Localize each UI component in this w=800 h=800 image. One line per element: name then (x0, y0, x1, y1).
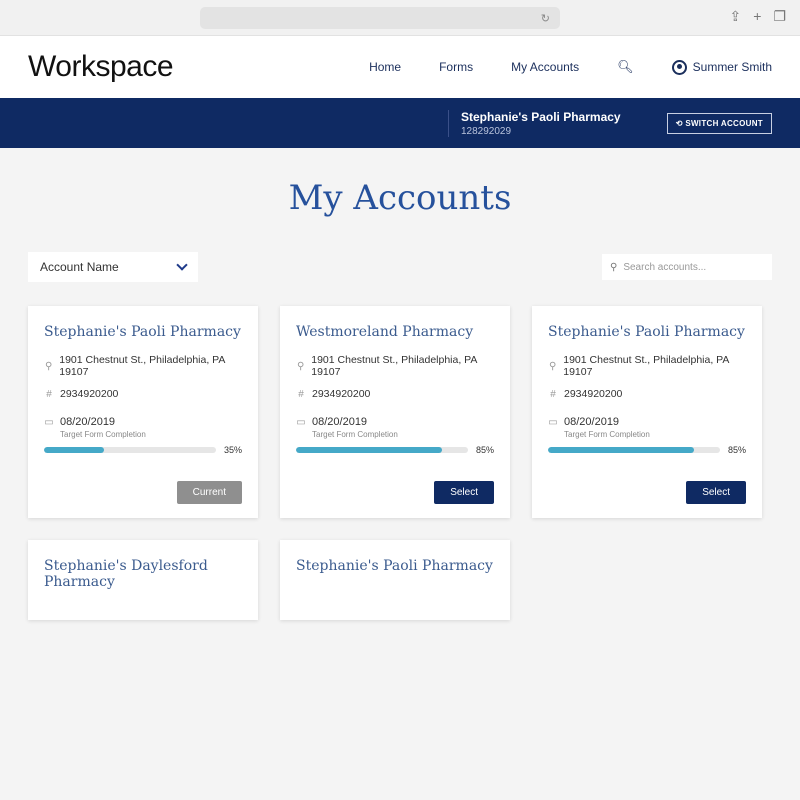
app-screen: ↻ ⇪ + ❐ Workspace Home Forms My Accounts… (0, 0, 800, 800)
number-row: #2934920200 (44, 388, 242, 400)
target-label: Target Form Completion (312, 430, 398, 439)
account-card: Stephanie's Paoli Pharmacy (280, 540, 510, 620)
progress-row: 35% (44, 445, 242, 455)
address: 1901 Chestnut St., Philadelphia, PA 1910… (311, 354, 477, 378)
progress-bar (44, 447, 216, 453)
user-name: Summer Smith (692, 60, 772, 74)
progress-percent: 85% (727, 445, 746, 455)
progress-fill (548, 447, 695, 453)
browser-actions: ⇪ + ❐ (730, 8, 786, 25)
date-row: ▭ 08/20/2019 (44, 416, 242, 428)
calendar-icon: ▭ (44, 416, 54, 428)
user-menu[interactable]: Summer Smith (671, 59, 772, 75)
target-label: Target Form Completion (60, 430, 146, 439)
chevron-down-icon (176, 259, 188, 271)
target-date: 08/20/2019 (312, 416, 368, 428)
hash-icon: # (46, 388, 52, 400)
progress-percent: 85% (475, 445, 494, 455)
progress-bar (548, 447, 720, 453)
progress-fill (44, 447, 105, 453)
site-header: Workspace Home Forms My Accounts 🔍︎ Summ… (0, 36, 800, 98)
location-pin-icon: ⚲ (296, 360, 305, 372)
account-number: 2934920200 (60, 388, 119, 400)
logo[interactable]: Workspace (28, 50, 174, 84)
account-name[interactable]: Stephanie's Paoli Pharmacy (548, 324, 746, 340)
address-row: ⚲ 1901 Chestnut St., Philadelphia, PA 191… (548, 354, 746, 378)
target-date: 08/20/2019 (564, 416, 620, 428)
progress-fill (296, 447, 443, 453)
sort-dropdown[interactable]: Account Name (28, 252, 198, 282)
search-input[interactable] (623, 261, 764, 273)
address-row: ⚲ 1901 Chestnut St., Philadelphia, PA 191… (44, 354, 242, 378)
address: 1901 Chestnut St., Philadelphia, PA 1910… (563, 354, 729, 378)
account-name[interactable]: Stephanie's Paoli Pharmacy (44, 324, 242, 340)
list-controls: Account Name ⚲ (0, 252, 800, 282)
nav-my-accounts[interactable]: My Accounts (511, 60, 579, 74)
current-account: Stephanie's Paoli Pharmacy 128292029 (448, 109, 621, 137)
share-icon[interactable]: ⇪ (730, 8, 742, 25)
account-name[interactable]: Stephanie's Paoli Pharmacy (296, 558, 494, 574)
target-date: 08/20/2019 (60, 416, 116, 428)
progress-row: 85% (296, 445, 494, 455)
search-icon: ⚲ (610, 261, 618, 273)
date-row: ▭ 08/20/2019 (548, 416, 746, 428)
target-label: Target Form Completion (564, 430, 650, 439)
progress-row: 85% (548, 445, 746, 455)
address-row: ⚲ 1901 Chestnut St., Philadelphia, PA 191… (296, 354, 494, 378)
number-row: #2934920200 (548, 388, 746, 400)
calendar-icon: ▭ (296, 416, 306, 428)
current-button[interactable]: Current (176, 481, 242, 504)
account-band: Stephanie's Paoli Pharmacy 128292029 ⟲ S… (0, 98, 800, 148)
accounts-grid: Stephanie's Paoli Pharmacy ⚲ 1901 Chestnu… (0, 306, 800, 620)
nav-home[interactable]: Home (369, 60, 401, 74)
select-button[interactable]: Select (434, 481, 494, 504)
select-button[interactable]: Select (686, 481, 746, 504)
current-account-id: 128292029 (461, 125, 512, 137)
new-tab-icon[interactable]: + (753, 8, 761, 25)
account-name[interactable]: Westmoreland Pharmacy (296, 324, 494, 340)
number-row: #2934920200 (296, 388, 494, 400)
account-number: 2934920200 (564, 388, 623, 400)
sort-label: Account Name (40, 260, 119, 274)
switch-account-button[interactable]: ⟲ SWITCH ACCOUNT (666, 112, 772, 134)
address: 1901 Chestnut St., Philadelphia, PA 1910… (59, 354, 225, 378)
search-box: ⚲ (602, 254, 772, 280)
account-card: Stephanie's Paoli Pharmacy ⚲ 1901 Chestnu… (28, 306, 258, 518)
hash-icon: # (550, 388, 556, 400)
reload-icon[interactable]: ↻ (541, 12, 550, 25)
main-nav: Home Forms My Accounts 🔍︎ Summer Smith (369, 59, 772, 75)
date-row: ▭ 08/20/2019 (296, 416, 494, 428)
user-icon (671, 59, 687, 75)
location-pin-icon: ⚲ (548, 360, 557, 372)
browser-toolbar: ↻ ⇪ + ❐ (0, 0, 800, 36)
tabs-icon[interactable]: ❐ (773, 8, 786, 25)
url-bar[interactable]: ↻ (200, 7, 560, 29)
account-card: Stephanie's Paoli Pharmacy ⚲ 1901 Chestnu… (532, 306, 762, 518)
account-card: Westmoreland Pharmacy ⚲ 1901 Chestnut St.… (280, 306, 510, 518)
search-icon[interactable]: 🔍︎ (617, 59, 634, 75)
location-pin-icon: ⚲ (44, 360, 53, 372)
calendar-icon: ▭ (548, 416, 558, 428)
nav-forms[interactable]: Forms (439, 60, 473, 74)
account-number: 2934920200 (312, 388, 371, 400)
account-card: Stephanie's Daylesford Pharmacy (28, 540, 258, 620)
progress-bar (296, 447, 468, 453)
current-account-name: Stephanie's Paoli Pharmacy (461, 109, 621, 124)
page-title: My Accounts (288, 178, 512, 218)
account-name[interactable]: Stephanie's Daylesford Pharmacy (44, 558, 242, 590)
hash-icon: # (298, 388, 304, 400)
progress-percent: 35% (223, 445, 242, 455)
